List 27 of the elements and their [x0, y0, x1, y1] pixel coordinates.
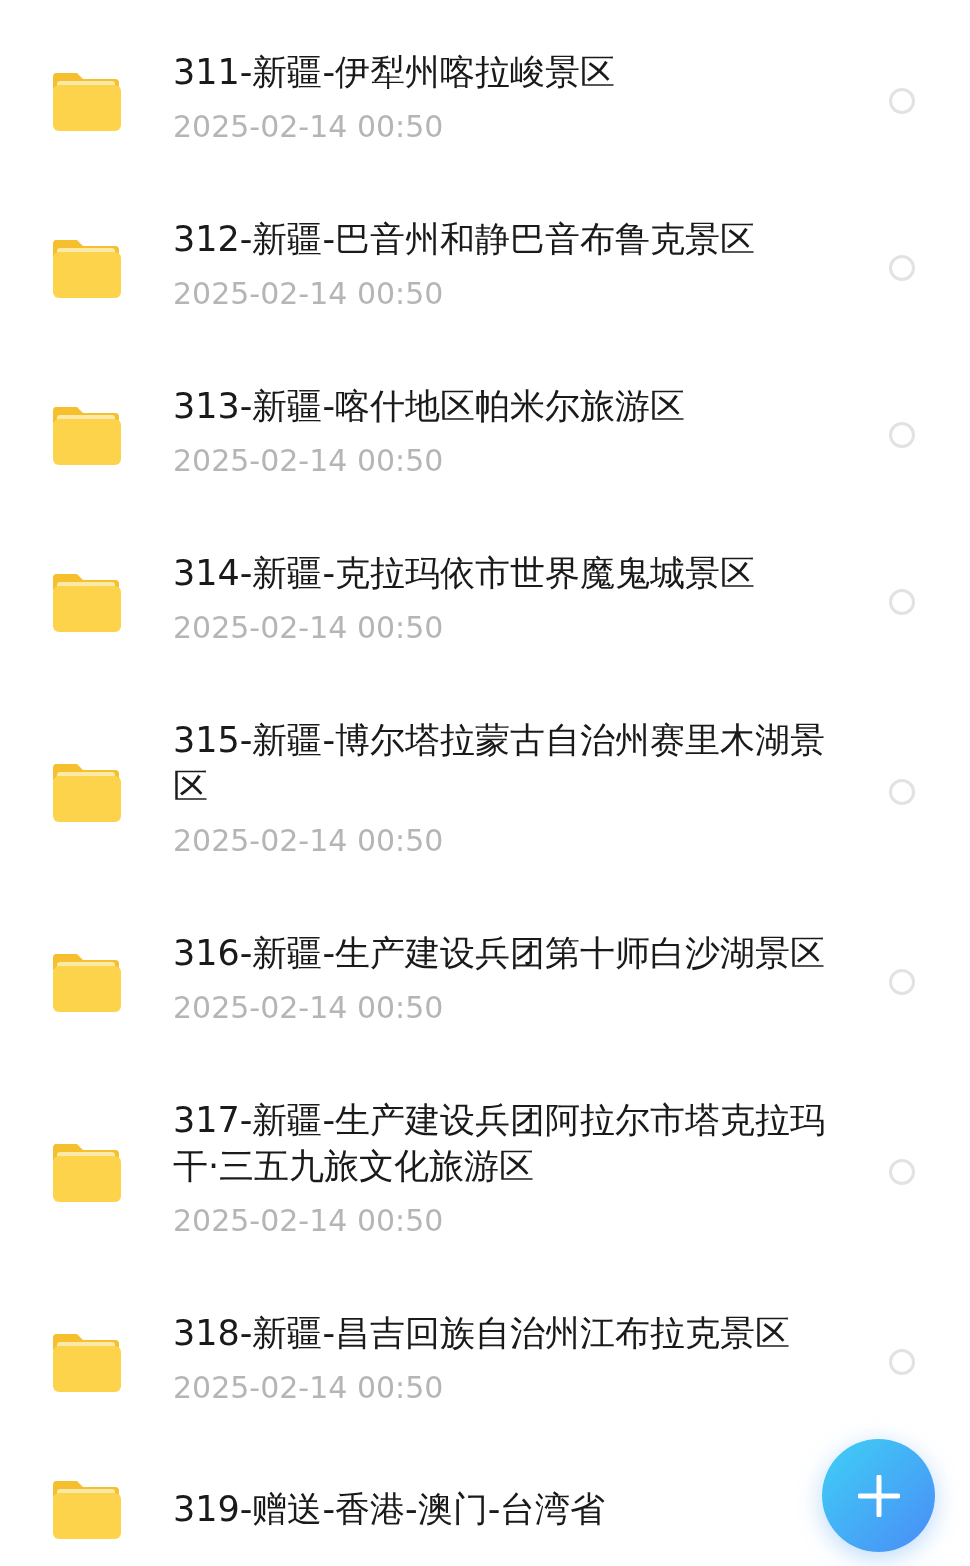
folder-name: 317-新疆-生产建设兵团阿拉尔市塔克拉玛干·三五九旅文化旅游区: [173, 1099, 827, 1188]
add-button[interactable]: [822, 1439, 935, 1552]
folder-name: 315-新疆-博尔塔拉蒙古自治州赛里木湖景区: [173, 719, 827, 808]
select-radio[interactable]: [888, 88, 915, 114]
plus-icon: [857, 1474, 900, 1517]
modified-date: 2025-02-14 00:50: [173, 989, 445, 1027]
select-radio[interactable]: [888, 255, 915, 281]
folder-name: 319-赠送-香港-澳门-台湾省: [173, 1488, 607, 1531]
select-radio[interactable]: [888, 589, 915, 615]
modified-date: 2025-02-14 00:50: [173, 442, 445, 480]
select-radio[interactable]: [888, 1159, 915, 1185]
folder-name: 313-新疆-喀什地区帕米尔旅游区: [173, 385, 687, 428]
folder-name: 311-新疆-伊犁州喀拉峻景区: [173, 51, 617, 94]
modified-date: 2025-02-14 00:50: [173, 275, 445, 313]
modified-date: 2025-02-14 00:50: [173, 1369, 445, 1407]
select-radio[interactable]: [888, 779, 915, 805]
folder-name: 312-新疆-巴音州和静巴音布鲁克景区: [173, 218, 757, 261]
select-radio[interactable]: [888, 422, 915, 448]
select-radio[interactable]: [888, 1349, 915, 1375]
folder-name: 316-新疆-生产建设兵团第十师白沙湖景区: [173, 932, 827, 975]
modified-date: 2025-02-14 00:50: [173, 108, 445, 146]
select-radio[interactable]: [888, 969, 915, 995]
folder-name: 318-新疆-昌吉回族自治州江布拉克景区: [173, 1312, 792, 1355]
modified-date: 2025-02-14 00:50: [173, 609, 445, 647]
modified-date: 2025-02-14 00:50: [173, 1202, 445, 1240]
modified-date: 2025-02-14 00:50: [173, 822, 445, 860]
folder-name: 314-新疆-克拉玛依市世界魔鬼城景区: [173, 552, 757, 595]
